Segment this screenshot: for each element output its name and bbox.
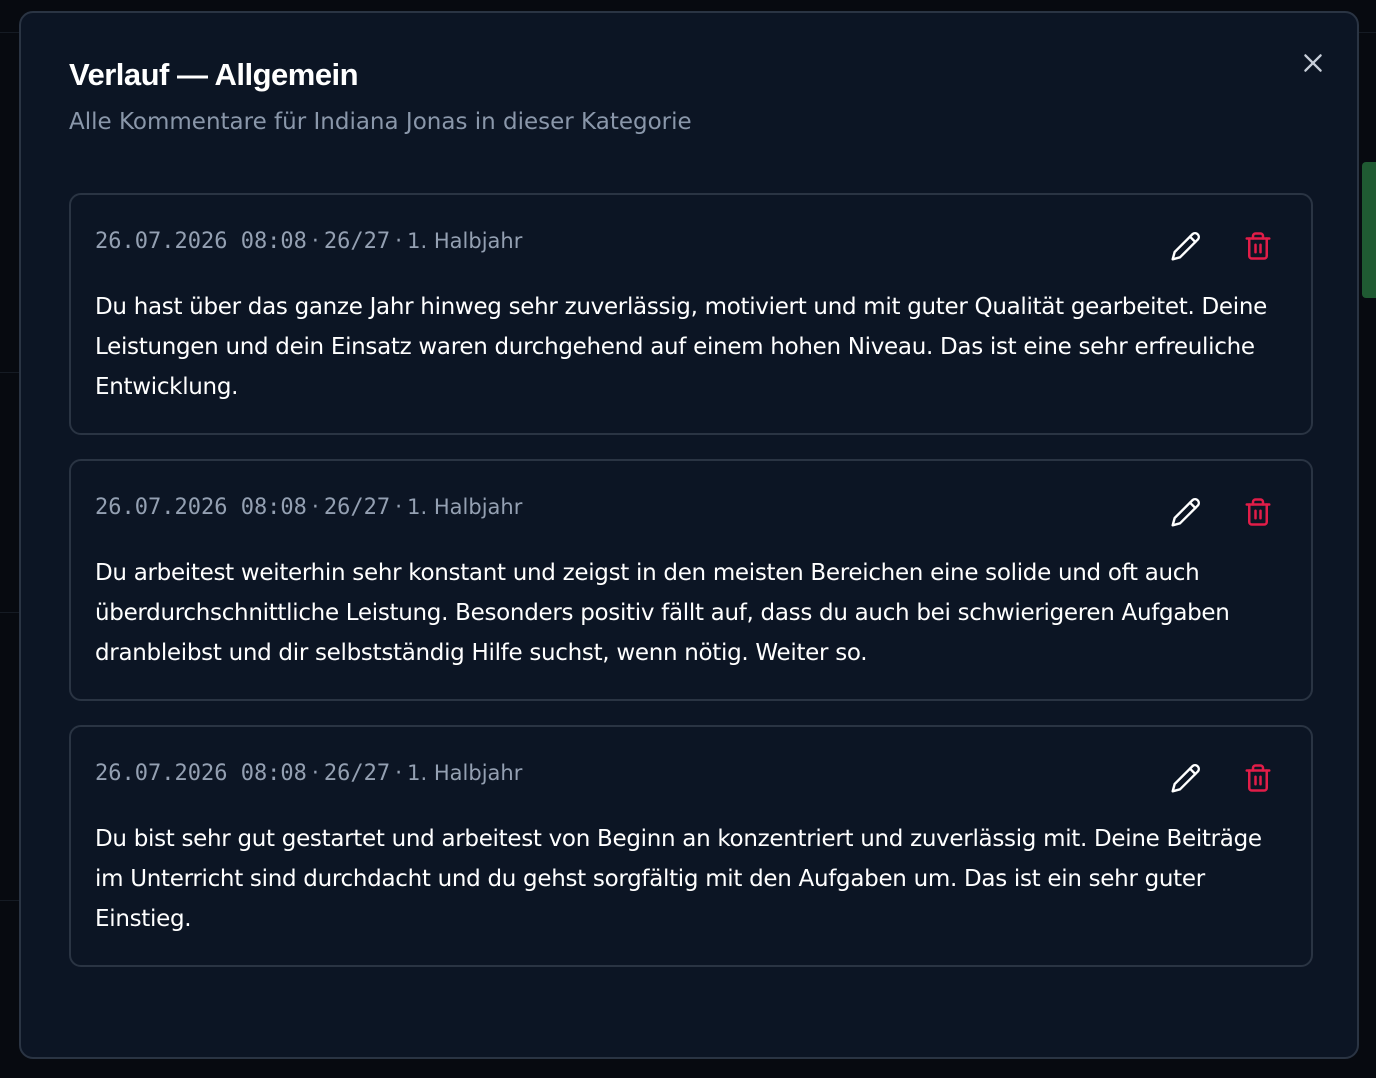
comment-list: 26.07.2026 08:08 · 26/27 · 1. Halbjahr D… — [69, 193, 1313, 991]
meta-separator: · — [395, 495, 403, 520]
comment-text: Du arbeitest weiterhin sehr konstant und… — [95, 560, 1230, 666]
edit-comment-button[interactable] — [1169, 495, 1203, 529]
pencil-icon — [1171, 764, 1200, 793]
backdrop-divider — [0, 900, 20, 901]
meta-separator: · — [311, 229, 319, 254]
dialog-subtitle: Alle Kommentare für Indiana Jonas in die… — [69, 109, 692, 135]
comment-datetime: 26.07.2026 08:08 — [95, 495, 307, 520]
comment-actions — [1169, 761, 1275, 795]
meta-separator: · — [311, 495, 319, 520]
comment-entry: 26.07.2026 08:08 · 26/27 · 1. Halbjahr D… — [69, 459, 1313, 701]
close-icon — [1304, 54, 1322, 72]
comment-meta: 26.07.2026 08:08 · 26/27 · 1. Halbjahr — [95, 757, 1287, 789]
comment-meta: 26.07.2026 08:08 · 26/27 · 1. Halbjahr — [95, 225, 1287, 257]
comment-period: 1. Halbjahr — [407, 495, 523, 519]
edit-comment-button[interactable] — [1169, 229, 1203, 263]
comment-actions — [1169, 495, 1275, 529]
close-button[interactable] — [1293, 43, 1333, 83]
comment-period: 1. Halbjahr — [407, 761, 523, 785]
delete-comment-button[interactable] — [1241, 229, 1275, 263]
backdrop-green-button — [1362, 162, 1376, 298]
trash-icon — [1245, 232, 1271, 260]
comment-school-year: 26/27 — [323, 761, 391, 786]
comment-school-year: 26/27 — [323, 229, 391, 254]
meta-separator: · — [311, 761, 319, 786]
delete-comment-button[interactable] — [1241, 495, 1275, 529]
comment-datetime: 26.07.2026 08:08 — [95, 229, 307, 254]
comment-text: Du bist sehr gut gestartet und arbeitest… — [95, 826, 1262, 932]
trash-icon — [1245, 498, 1271, 526]
comment-text: Du hast über das ganze Jahr hinweg sehr … — [95, 294, 1267, 400]
pencil-icon — [1171, 498, 1200, 527]
history-dialog: Verlauf — Allgemein Alle Kommentare für … — [19, 11, 1359, 1059]
comment-period: 1. Halbjahr — [407, 229, 523, 253]
backdrop-divider — [0, 612, 20, 613]
backdrop-divider — [0, 372, 20, 373]
comment-school-year: 26/27 — [323, 495, 391, 520]
meta-separator: · — [395, 761, 403, 786]
pencil-icon — [1171, 232, 1200, 261]
comment-meta: 26.07.2026 08:08 · 26/27 · 1. Halbjahr — [95, 491, 1287, 523]
comment-datetime: 26.07.2026 08:08 — [95, 761, 307, 786]
dialog-title: Verlauf — Allgemein — [69, 57, 359, 92]
trash-icon — [1245, 764, 1271, 792]
comment-entry: 26.07.2026 08:08 · 26/27 · 1. Halbjahr D… — [69, 193, 1313, 435]
edit-comment-button[interactable] — [1169, 761, 1203, 795]
meta-separator: · — [395, 229, 403, 254]
comment-entry: 26.07.2026 08:08 · 26/27 · 1. Halbjahr D… — [69, 725, 1313, 967]
comment-actions — [1169, 229, 1275, 263]
delete-comment-button[interactable] — [1241, 761, 1275, 795]
